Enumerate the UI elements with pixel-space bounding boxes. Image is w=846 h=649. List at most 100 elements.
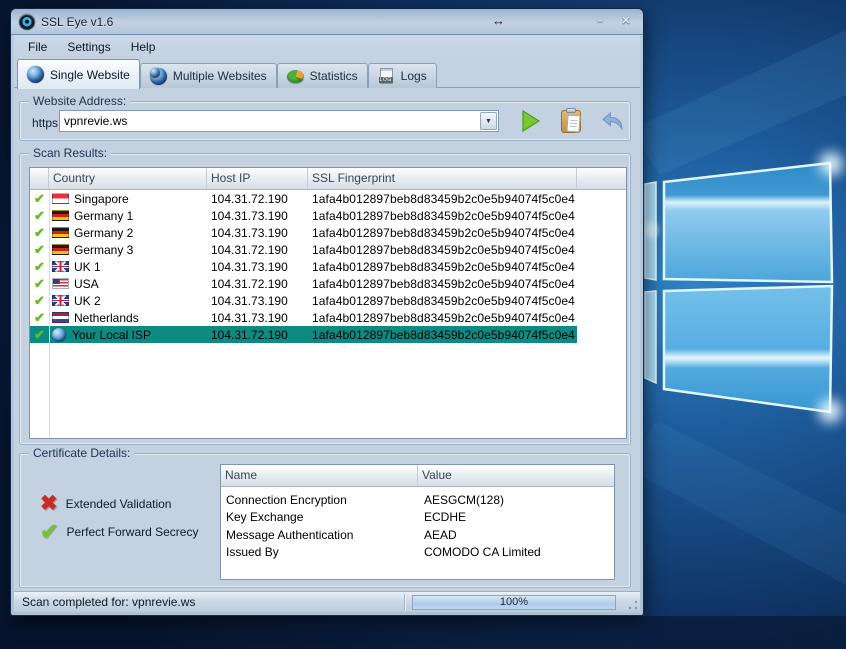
- green-check-icon: ✔: [40, 522, 58, 542]
- scan-results-group: Scan Results: Country Host IP SSL Finger…: [19, 153, 631, 445]
- table-row[interactable]: ✔UK 1104.31.73.1901afa4b012897beb8d83459…: [30, 258, 577, 275]
- country-cell: Singapore: [49, 192, 207, 206]
- app-window: SSL Eye v1.6 ↔ – ✕ File Settings Help Si…: [10, 8, 644, 616]
- dropdown-arrow-icon[interactable]: ▼: [480, 112, 497, 130]
- row-check-icon: ✔: [30, 327, 49, 343]
- country-cell: Germany 3: [49, 243, 207, 257]
- paste-button[interactable]: [557, 107, 585, 135]
- header-extra[interactable]: [577, 168, 626, 189]
- flag-uk-icon: [52, 261, 69, 272]
- ssl-fingerprint-cell: 1afa4b012897beb8d83459b2c0e5b94074f5c0e4: [308, 277, 577, 291]
- tab-single-website[interactable]: Single Website: [17, 59, 140, 89]
- table-row[interactable]: ✔Your Local ISP104.31.72.1901afa4b012897…: [30, 326, 577, 343]
- cert-name-cell: Connection Encryption: [221, 493, 418, 507]
- flag-nl-icon: [52, 312, 69, 323]
- scan-results-label: Scan Results:: [29, 146, 111, 160]
- country-cell: Your Local ISP: [49, 328, 207, 342]
- row-check-icon: ✔: [30, 310, 49, 326]
- header-value[interactable]: Value: [418, 465, 614, 486]
- undo-button[interactable]: [598, 107, 626, 135]
- ssl-fingerprint-cell: 1afa4b012897beb8d83459b2c0e5b94074f5c0e4: [308, 294, 577, 308]
- country-name: Singapore: [74, 192, 129, 206]
- country-name: Germany 1: [74, 209, 133, 223]
- tab-logs[interactable]: LOG Logs: [368, 63, 437, 88]
- resize-grip-icon[interactable]: [628, 600, 638, 610]
- header-ssl-fingerprint[interactable]: SSL Fingerprint: [308, 168, 577, 189]
- certificate-row[interactable]: Connection EncryptionAESGCM(128): [221, 491, 614, 509]
- country-cell: UK 1: [49, 260, 207, 274]
- cert-name-cell: Message Authentication: [221, 528, 418, 542]
- cert-value-cell: AESGCM(128): [418, 493, 504, 507]
- header-country[interactable]: Country: [49, 168, 207, 189]
- table-row[interactable]: ✔Netherlands104.31.73.1901afa4b012897beb…: [30, 309, 577, 326]
- table-row[interactable]: ✔USA104.31.72.1901afa4b012897beb8d83459b…: [30, 275, 577, 292]
- table-row[interactable]: ✔Germany 3104.31.72.1901afa4b012897beb8d…: [30, 241, 577, 258]
- tab-statistics[interactable]: Statistics: [277, 63, 368, 88]
- header-status[interactable]: [30, 168, 49, 189]
- flag-de-icon: [52, 210, 69, 221]
- menubar: File Settings Help: [14, 35, 640, 58]
- table-row[interactable]: ✔UK 2104.31.73.1901afa4b012897beb8d83459…: [30, 292, 577, 309]
- flag-de-icon: [52, 244, 69, 255]
- desktop: SSL Eye v1.6 ↔ – ✕ File Settings Help Si…: [0, 0, 846, 649]
- flag-us-icon: [52, 278, 69, 289]
- country-cell: Netherlands: [49, 311, 207, 325]
- certificate-row[interactable]: Issued ByCOMODO CA Limited: [221, 544, 614, 562]
- url-input[interactable]: [60, 111, 479, 131]
- row-check-icon: ✔: [30, 225, 49, 241]
- host-ip-cell: 104.31.73.190: [207, 260, 308, 274]
- certificate-rows: Connection EncryptionAESGCM(128)Key Exch…: [221, 491, 614, 561]
- globe-icon: [52, 328, 66, 342]
- progress-bar: 100%: [412, 595, 616, 610]
- certificate-table: Name Value Connection EncryptionAESGCM(1…: [220, 464, 615, 580]
- header-host-ip[interactable]: Host IP: [207, 168, 308, 189]
- cert-value-cell: AEAD: [418, 528, 457, 542]
- country-cell: Germany 2: [49, 226, 207, 240]
- country-name: Germany 2: [74, 226, 133, 240]
- extended-validation-indicator: ✖ Extended Validation: [40, 494, 171, 514]
- ssl-fingerprint-cell: 1afa4b012897beb8d83459b2c0e5b94074f5c0e4: [308, 192, 577, 206]
- perfect-forward-secrecy-indicator: ✔ Perfect Forward Secrecy: [40, 522, 198, 542]
- table-row[interactable]: ✔Germany 1104.31.73.1901afa4b012897beb8d…: [30, 207, 577, 224]
- cert-name-cell: Key Exchange: [221, 510, 418, 524]
- statusbar-divider: [404, 594, 405, 610]
- table-row[interactable]: ✔Singapore104.31.72.1901afa4b012897beb8d…: [30, 190, 577, 207]
- scan-table-header: Country Host IP SSL Fingerprint: [30, 168, 626, 190]
- menu-help[interactable]: Help: [121, 38, 166, 56]
- log-document-icon: LOG: [378, 68, 395, 85]
- certificate-row[interactable]: Key ExchangeECDHE: [221, 509, 614, 527]
- country-name: Germany 3: [74, 243, 133, 257]
- red-x-icon: ✖: [40, 494, 58, 514]
- minimize-button[interactable]: –: [591, 14, 609, 29]
- scan-rows: ✔Singapore104.31.72.1901afa4b012897beb8d…: [30, 190, 626, 343]
- tab-multiple-websites[interactable]: Multiple Websites: [140, 63, 277, 88]
- certificate-table-header: Name Value: [221, 465, 614, 487]
- country-name: UK 1: [74, 260, 101, 274]
- multi-globe-icon: [150, 68, 167, 85]
- menu-file[interactable]: File: [18, 38, 57, 56]
- close-button[interactable]: ✕: [617, 14, 635, 29]
- table-row[interactable]: ✔Germany 2104.31.73.1901afa4b012897beb8d…: [30, 224, 577, 241]
- undo-arrow-icon: [600, 109, 625, 134]
- cert-value-cell: ECDHE: [418, 510, 466, 524]
- certificate-row[interactable]: Message AuthenticationAEAD: [221, 526, 614, 544]
- app-eye-icon: [19, 14, 35, 30]
- header-name[interactable]: Name: [221, 465, 418, 486]
- row-check-icon: ✔: [30, 242, 49, 258]
- host-ip-cell: 104.31.73.190: [207, 294, 308, 308]
- host-ip-cell: 104.31.72.190: [207, 192, 308, 206]
- titlebar[interactable]: SSL Eye v1.6 ↔ – ✕: [11, 9, 643, 35]
- scan-button[interactable]: [516, 107, 544, 135]
- globe-icon: [27, 66, 44, 83]
- status-text: Scan completed for: vpnrevie.ws: [14, 595, 195, 609]
- url-combobox: ▼: [59, 110, 499, 132]
- flag-uk-icon: [52, 295, 69, 306]
- country-name: Netherlands: [74, 311, 139, 325]
- ssl-fingerprint-cell: 1afa4b012897beb8d83459b2c0e5b94074f5c0e4: [308, 311, 577, 325]
- menu-settings[interactable]: Settings: [57, 38, 120, 56]
- flag-sg-icon: [52, 193, 69, 204]
- host-ip-cell: 104.31.73.190: [207, 226, 308, 240]
- country-cell: USA: [49, 277, 207, 291]
- row-check-icon: ✔: [30, 276, 49, 292]
- row-check-icon: ✔: [30, 208, 49, 224]
